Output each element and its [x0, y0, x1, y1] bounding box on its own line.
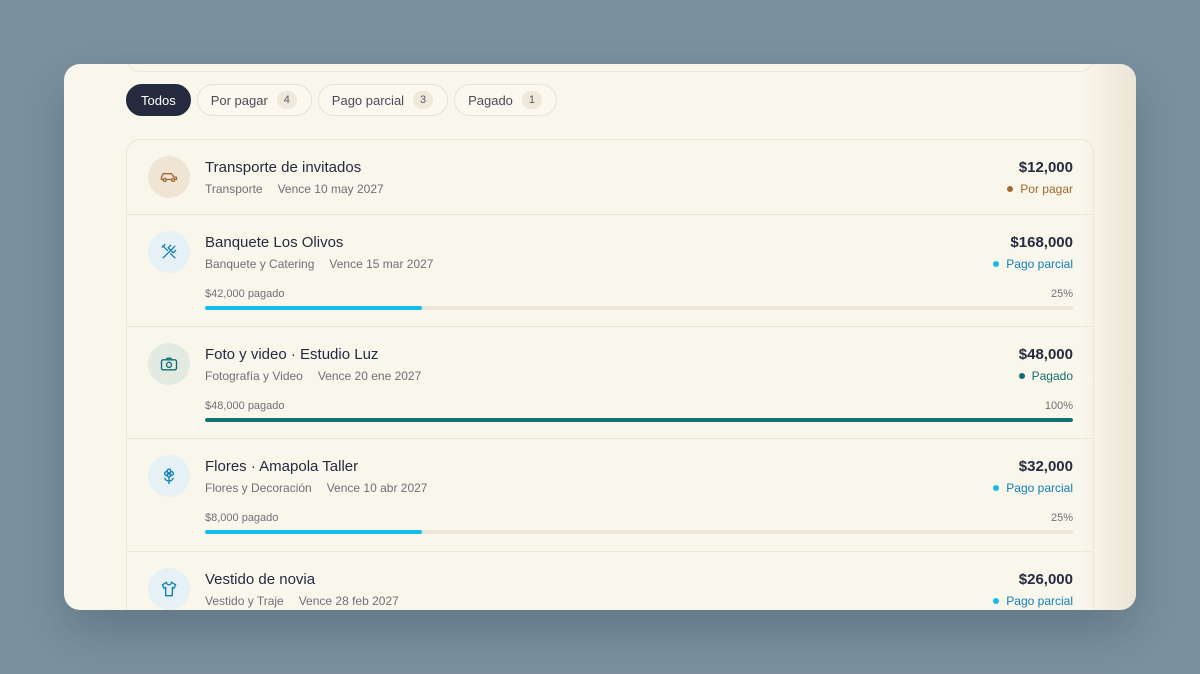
- payment-title: Flores · Amapola Taller: [205, 458, 359, 475]
- tab-todos[interactable]: Todos: [126, 84, 191, 116]
- progress-bar: [205, 418, 1073, 422]
- payment-amount: $32,000: [1018, 458, 1073, 475]
- tab-label: Por pagar: [210, 92, 268, 108]
- payment-category: Fotografía y Video: [205, 369, 303, 383]
- payments-list: Transporte de invitados Transporte Vence …: [126, 139, 1094, 610]
- payment-row[interactable]: Vestido de novia Vestido y Traje Vence 28…: [127, 552, 1093, 610]
- tab-count-badge: 3: [413, 91, 434, 109]
- payment-amount: $26,000: [1018, 571, 1073, 588]
- payment-amount: $168,000: [1010, 234, 1073, 251]
- payment-meta: Banquete y Catering Vence 15 mar 2027: [205, 257, 433, 271]
- payment-due-date: Vence 20 ene 2027: [317, 369, 422, 383]
- payment-title: Banquete Los Olivos: [205, 234, 344, 251]
- car-icon: [148, 156, 190, 198]
- status-dot: [1018, 373, 1025, 379]
- status-label: Pago parcial: [1006, 481, 1073, 495]
- status-dot: [993, 261, 1000, 267]
- status-dot: [993, 485, 1000, 491]
- payment-meta: Vestido y Traje Vence 28 feb 2027: [205, 594, 399, 608]
- filter-tabs: Todos Por pagar 4 Pago parcial 3 Pagado …: [126, 84, 557, 116]
- payment-due-date: Vence 10 may 2027: [277, 182, 384, 196]
- tab-por-pagar[interactable]: Por pagar 4: [196, 84, 312, 116]
- paid-amount-label: $48,000 pagado: [205, 400, 285, 412]
- tab-count-badge: 4: [276, 91, 297, 109]
- paid-amount-label: $8,000 pagado: [205, 512, 279, 524]
- payment-category: Vestido y Traje: [205, 594, 284, 608]
- payment-title: Vestido de novia: [205, 571, 316, 588]
- tab-count-badge: 1: [521, 91, 542, 109]
- payment-title: Transporte de invitados: [205, 159, 362, 176]
- payment-meta: Flores y Decoración Vence 10 abr 2027: [205, 481, 427, 495]
- payment-title: Foto y video · Estudio Luz: [205, 346, 379, 363]
- payment-due-date: Vence 15 mar 2027: [329, 257, 434, 271]
- status-dot: [1007, 186, 1014, 192]
- tab-pago-parcial[interactable]: Pago parcial 3: [317, 84, 449, 116]
- payment-row[interactable]: Flores · Amapola Taller Flores y Decorac…: [127, 439, 1093, 552]
- payment-amount: $48,000: [1018, 346, 1073, 363]
- payment-due-date: Vence 28 feb 2027: [298, 594, 399, 608]
- tab-label: Todos: [141, 92, 176, 108]
- status-label: Por pagar: [1020, 182, 1073, 196]
- tab-pagado[interactable]: Pagado 1: [454, 84, 557, 116]
- tab-label: Pago parcial: [331, 92, 405, 108]
- status-badge: Pagado: [1018, 369, 1073, 383]
- paid-percent: 25%: [1050, 288, 1073, 300]
- app-window: Todos Por pagar 4 Pago parcial 3 Pagado …: [64, 64, 1136, 610]
- progress-bar: [205, 306, 1073, 310]
- payment-row[interactable]: Banquete Los Olivos Banquete y Catering V…: [127, 215, 1093, 327]
- status-label: Pagado: [1031, 369, 1073, 383]
- status-badge: Por pagar: [1007, 182, 1073, 196]
- payment-row[interactable]: Foto y video · Estudio Luz Fotografía y …: [127, 327, 1093, 439]
- progress-fill: [205, 306, 422, 310]
- shirt-icon: [148, 568, 190, 610]
- payment-category: Banquete y Catering: [205, 257, 315, 271]
- camera-icon: [148, 343, 190, 385]
- status-dot: [993, 598, 1000, 604]
- progress-fill: [205, 418, 1073, 422]
- status-badge: Pago parcial: [993, 594, 1073, 608]
- status-label: Pago parcial: [1006, 257, 1073, 271]
- payment-due-date: Vence 10 abr 2027: [326, 481, 428, 495]
- paid-amount-label: $42,000 pagado: [205, 288, 285, 300]
- status-label: Pago parcial: [1006, 594, 1073, 608]
- tab-label: Pagado: [468, 92, 513, 108]
- payment-category: Flores y Decoración: [205, 481, 312, 495]
- summary-card-edge: [126, 64, 1094, 72]
- progress-fill: [205, 530, 422, 534]
- utensils-icon: [148, 231, 190, 273]
- status-badge: Pago parcial: [993, 481, 1073, 495]
- progress-bar: [205, 530, 1073, 534]
- payment-meta: Fotografía y Video Vence 20 ene 2027: [205, 369, 421, 383]
- payment-meta: Transporte Vence 10 may 2027: [205, 182, 384, 196]
- paid-percent: 100%: [1044, 400, 1073, 412]
- flower-icon: [148, 455, 190, 497]
- paid-percent: 25%: [1050, 512, 1073, 524]
- payment-amount: $12,000: [1018, 159, 1073, 176]
- payment-row[interactable]: Transporte de invitados Transporte Vence …: [127, 140, 1093, 215]
- status-badge: Pago parcial: [993, 257, 1073, 271]
- payment-category: Transporte: [205, 182, 263, 196]
